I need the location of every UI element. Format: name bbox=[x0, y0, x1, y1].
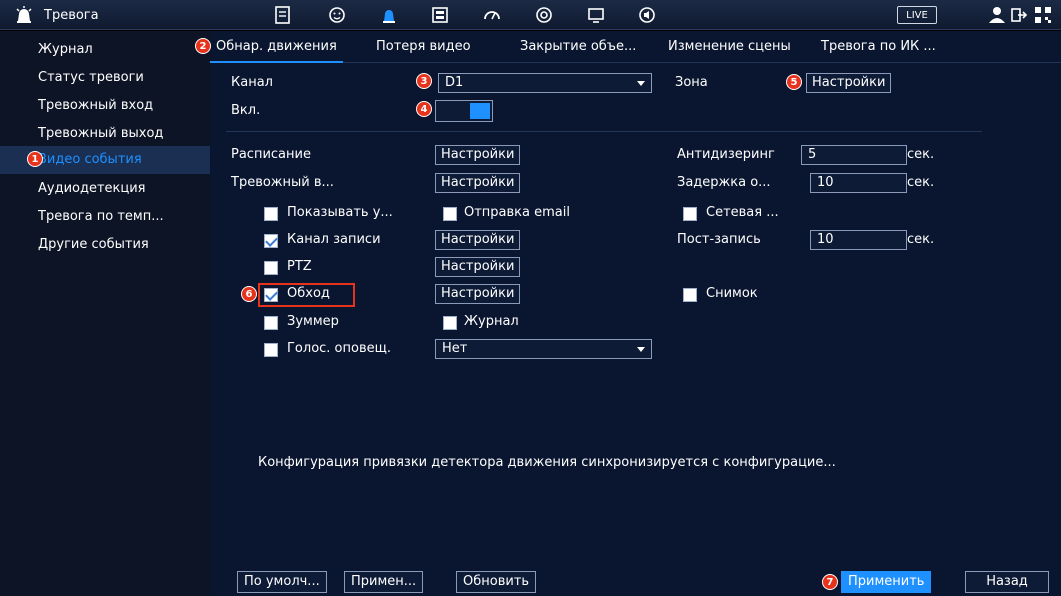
storage-icon[interactable] bbox=[429, 4, 451, 26]
antidither-unit: сек. bbox=[907, 147, 935, 162]
schedule-label: Расписание bbox=[231, 147, 311, 162]
post-record-input[interactable]: 10 bbox=[810, 230, 907, 250]
annotation-badge-3: 3 bbox=[416, 73, 432, 89]
live-button[interactable]: LIVE bbox=[897, 6, 937, 24]
refresh-button[interactable]: Обновить bbox=[456, 571, 537, 593]
buzzer-label: Зуммер bbox=[287, 314, 339, 329]
main-panel: Обнар. движения Потеря видео Закрытие об… bbox=[210, 31, 1061, 596]
delay-input[interactable]: 10 bbox=[810, 173, 907, 193]
channel-label: Канал bbox=[231, 75, 273, 90]
delay-unit: сек. bbox=[907, 175, 935, 190]
sidebar-item-temp-alarm[interactable]: Тревога по темп... bbox=[0, 203, 210, 231]
annotation-badge-4: 4 bbox=[416, 101, 432, 117]
log-checkbox[interactable] bbox=[443, 316, 457, 330]
zone-settings-button[interactable]: Настройки bbox=[806, 73, 892, 93]
sidebar-item-other-events[interactable]: Другие события bbox=[0, 231, 210, 259]
toggle-knob bbox=[470, 103, 490, 119]
annotation-badge-5: 5 bbox=[786, 74, 802, 90]
delay-label: Задержка о... bbox=[677, 175, 771, 190]
voice-select[interactable]: Нет bbox=[435, 339, 652, 359]
buzzer-checkbox[interactable] bbox=[264, 316, 278, 330]
tab-tampering[interactable]: Закрытие объе... bbox=[514, 31, 642, 63]
ptz-checkbox[interactable] bbox=[264, 261, 278, 275]
post-record-unit: сек. bbox=[907, 232, 935, 247]
ptz-label: PTZ bbox=[287, 259, 312, 274]
channel-select[interactable]: D1 bbox=[438, 73, 652, 93]
gauge-icon[interactable] bbox=[481, 4, 503, 26]
target-icon[interactable] bbox=[533, 4, 555, 26]
tour-settings-button[interactable]: Настройки bbox=[435, 284, 521, 304]
antidither-input[interactable]: 5 bbox=[801, 145, 907, 165]
annotation-badge-2: 2 bbox=[195, 38, 211, 54]
page-title: Тревога bbox=[44, 7, 99, 23]
sidebar-item-alarm-input[interactable]: Тревожный вход bbox=[0, 92, 210, 120]
default-button[interactable]: По умолч... bbox=[237, 571, 327, 593]
sidebar-item-log[interactable]: Журнал bbox=[0, 36, 210, 64]
logout-icon[interactable] bbox=[1008, 4, 1030, 26]
top-bar: Тревога LIVE bbox=[0, 0, 1061, 30]
ptz-settings-button[interactable]: Настройки bbox=[435, 257, 521, 277]
enable-toggle[interactable] bbox=[435, 100, 493, 122]
post-record-label: Пост-запись bbox=[677, 232, 761, 247]
face-icon[interactable] bbox=[326, 4, 348, 26]
alarm-icon bbox=[14, 5, 34, 25]
antidither-label: Антидизеринг bbox=[677, 147, 775, 162]
tab-video-loss[interactable]: Потеря видео bbox=[370, 31, 477, 63]
user-icon[interactable] bbox=[986, 4, 1008, 26]
enable-label: Вкл. bbox=[231, 103, 261, 118]
divider bbox=[226, 131, 982, 132]
log-label: Журнал bbox=[464, 314, 519, 329]
apply-button[interactable]: Применить bbox=[841, 571, 932, 593]
tour-label: Обход bbox=[287, 286, 330, 301]
voice-value: Нет bbox=[442, 341, 468, 356]
zone-label: Зона bbox=[675, 75, 708, 90]
tab-motion-detection[interactable]: Обнар. движения bbox=[210, 31, 343, 63]
network-checkbox[interactable] bbox=[683, 207, 697, 221]
record-channel-settings-button[interactable]: Настройки bbox=[435, 230, 521, 250]
snapshot-checkbox[interactable] bbox=[683, 288, 697, 302]
chevron-down-icon bbox=[637, 81, 645, 86]
annotation-badge-7: 7 bbox=[822, 574, 838, 590]
file-search-icon[interactable] bbox=[272, 4, 294, 26]
tour-checkbox[interactable] bbox=[264, 288, 278, 302]
chevron-down-icon bbox=[637, 347, 645, 352]
send-email-label: Отправка email bbox=[464, 205, 570, 220]
voice-label: Голос. оповещ. bbox=[287, 341, 391, 356]
sidebar: Журнал Статус тревоги Тревожный вход Тре… bbox=[0, 31, 210, 596]
sidebar-item-alarm-output[interactable]: Тревожный выход bbox=[0, 120, 210, 148]
show-message-checkbox[interactable] bbox=[264, 207, 278, 221]
schedule-settings-button[interactable]: Настройки bbox=[435, 145, 521, 165]
back-button[interactable]: Назад bbox=[965, 571, 1049, 593]
alarm-light-icon[interactable] bbox=[378, 4, 400, 26]
send-email-checkbox[interactable] bbox=[443, 207, 457, 221]
alarm-out-label: Тревожный в... bbox=[231, 175, 334, 190]
tab-scene-change[interactable]: Изменение сцены bbox=[662, 31, 797, 63]
monitor-icon[interactable] bbox=[585, 4, 607, 26]
audio-icon[interactable] bbox=[636, 4, 658, 26]
tab-bar: Обнар. движения Потеря видео Закрытие об… bbox=[210, 31, 1061, 63]
alarm-out-settings-button[interactable]: Настройки bbox=[435, 173, 521, 193]
tab-ir-alarm[interactable]: Тревога по ИК ... bbox=[815, 31, 942, 63]
voice-checkbox[interactable] bbox=[264, 343, 278, 357]
record-channel-label: Канал записи bbox=[287, 232, 381, 247]
snapshot-label: Снимок bbox=[706, 286, 758, 301]
annotation-badge-6: 6 bbox=[241, 286, 257, 302]
annotation-badge-1: 1 bbox=[27, 151, 43, 167]
qr-icon[interactable] bbox=[1032, 4, 1054, 26]
sidebar-item-audio-detection[interactable]: Аудиодетекция bbox=[0, 175, 210, 203]
record-channel-checkbox[interactable] bbox=[264, 234, 278, 248]
title-wrap: Тревога bbox=[14, 5, 99, 25]
sync-note: Конфигурация привязки детектора движения… bbox=[258, 455, 836, 470]
apply-to-button[interactable]: Примен... bbox=[344, 571, 424, 593]
show-message-label: Показывать у... bbox=[287, 205, 393, 220]
sidebar-item-alarm-status[interactable]: Статус тревоги bbox=[0, 64, 210, 92]
network-label: Сетевая ... bbox=[706, 205, 779, 220]
channel-value: D1 bbox=[445, 75, 464, 90]
